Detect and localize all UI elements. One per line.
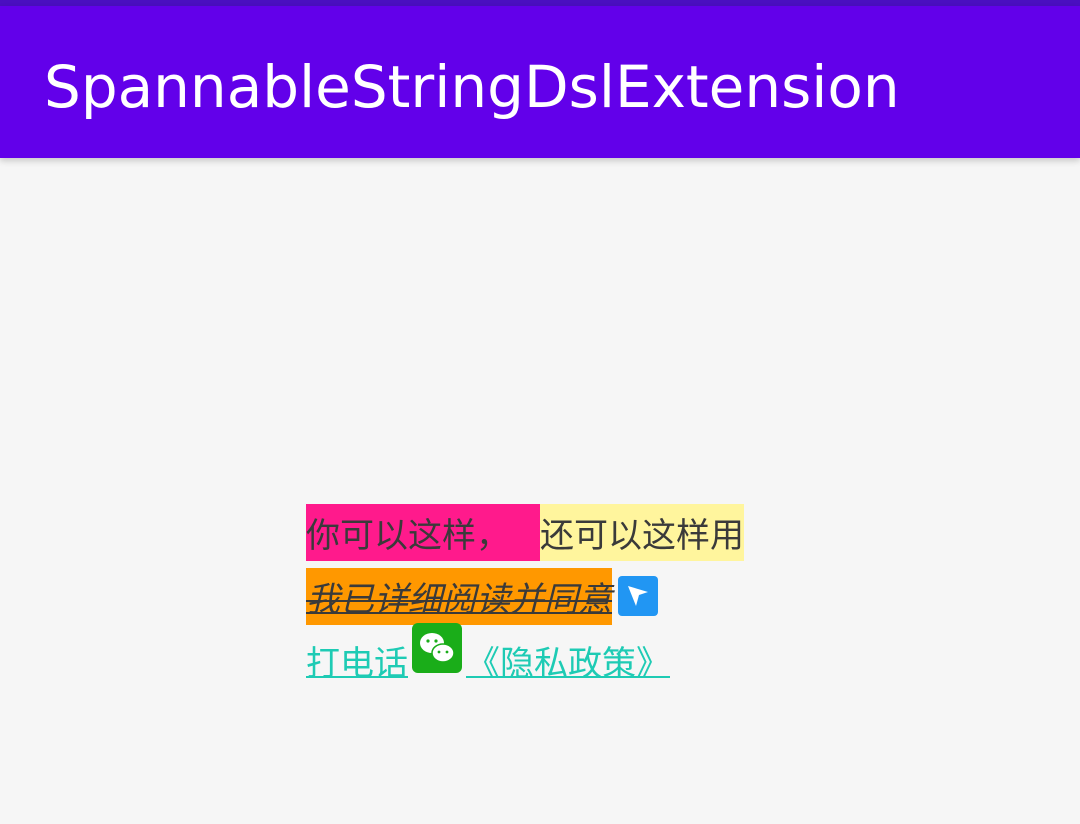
span-line-3: 打电话 《隐私政策》 bbox=[306, 623, 786, 692]
yellow-highlight-text: 还可以这样用 bbox=[540, 503, 744, 561]
app-title: SpannableStringDslExtension bbox=[44, 53, 900, 121]
agree-text[interactable]: 我已详细阅读并同意 bbox=[306, 567, 612, 625]
wechat-icon[interactable] bbox=[412, 623, 462, 673]
span-line-1: 你可以这样， 还可以这样用 bbox=[306, 500, 786, 564]
privacy-policy-link[interactable]: 《隐私政策》 bbox=[466, 636, 682, 685]
main-content: 你可以这样， 还可以这样用 我已详细阅读并同意 打电话 《隐私政策》 bbox=[0, 158, 1080, 824]
call-link[interactable]: 打电话 bbox=[306, 636, 408, 685]
span-line-2: 我已详细阅读并同意 bbox=[306, 564, 786, 628]
pink-highlight-text: 你可以这样， bbox=[306, 503, 540, 561]
app-bar: SpannableStringDslExtension bbox=[0, 6, 1080, 158]
send-icon[interactable] bbox=[618, 576, 658, 616]
spannable-text-view: 你可以这样， 还可以这样用 我已详细阅读并同意 打电话 《隐私政策》 bbox=[306, 500, 786, 692]
